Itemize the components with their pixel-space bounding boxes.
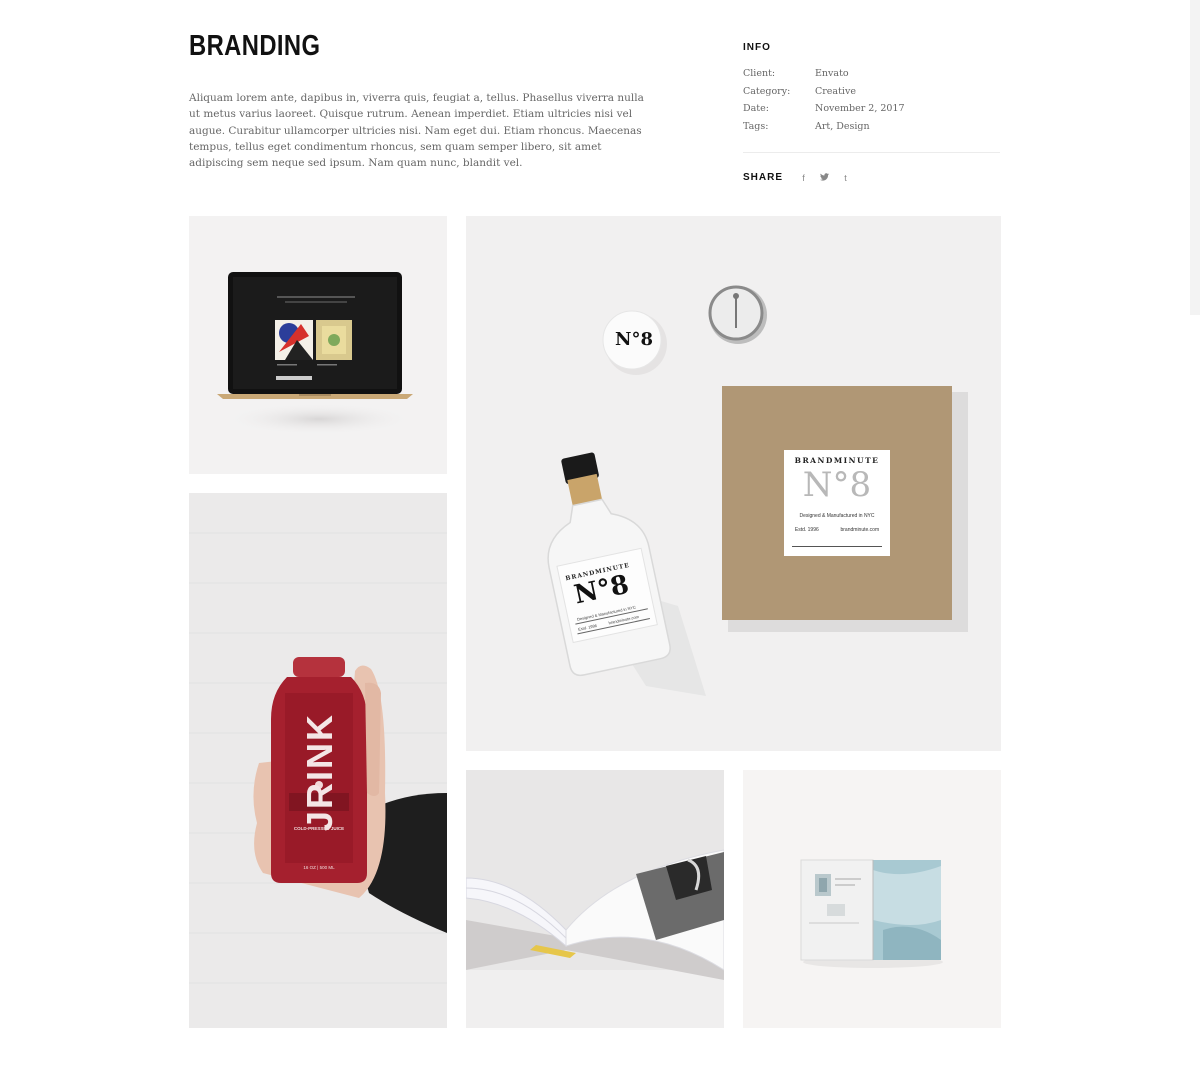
info-label: Category:: [743, 85, 791, 97]
info-divider: [743, 152, 1000, 153]
box-url: brandminute.com: [840, 527, 880, 533]
info-row-category: Category: Creative: [743, 83, 1000, 101]
laptop-mockup-icon: [217, 272, 414, 435]
gallery-image-packaging[interactable]: N°8 BRANDMINUTE N°8 Designed & Manufactu…: [466, 216, 1001, 751]
magazine-icon: [800, 859, 943, 968]
gallery-image-book[interactable]: [466, 770, 724, 1028]
pin-label: N°8: [615, 329, 653, 350]
box-tagline: Designed & Manufactured in NYC: [799, 513, 875, 519]
box-brand: BRANDMINUTE: [794, 456, 880, 465]
page-title: BRANDING: [189, 30, 321, 62]
facebook-icon[interactable]: f: [799, 173, 808, 183]
project-description: Aliquam lorem ante, dapibus in, viverra …: [189, 92, 644, 170]
gallery-image-laptop[interactable]: [189, 216, 447, 474]
gallery-image-juice[interactable]: JRINK COLD-PRESSED JUICE 16 OZ | 500 ML: [189, 493, 447, 1028]
box-label: BRANDMINUTE N°8 Designed & Manufactured …: [784, 450, 890, 533]
juice-subtitle: COLD-PRESSED JUICE: [293, 826, 345, 831]
info-row-tags: Tags: Art, Design: [743, 118, 1000, 136]
info-label: Tags:: [743, 121, 769, 133]
box-estd: Estd. 1996: [794, 527, 819, 533]
scrollbar[interactable]: [1190, 0, 1200, 315]
info-value: Creative: [815, 85, 856, 97]
info-label: Client:: [743, 68, 776, 80]
info-value: November 2, 2017: [815, 103, 905, 115]
tumblr-icon[interactable]: t: [841, 173, 850, 183]
info-row-date: Date: November 2, 2017: [743, 100, 1000, 118]
box-number: N°8: [802, 465, 872, 505]
juice-volume: 16 OZ | 500 ML: [303, 865, 335, 870]
share-label: SHARE: [743, 172, 784, 183]
info-value: Envato: [815, 68, 849, 80]
info-row-client: Client: Envato: [743, 65, 1000, 83]
info-value: Art, Design: [815, 121, 870, 133]
project-info: INFO Client: Envato Category: Creative D…: [743, 42, 1000, 135]
juice-brand: JRINK: [299, 713, 340, 832]
packaging-mockup-icon: [547, 285, 968, 696]
twitter-icon[interactable]: [820, 172, 830, 183]
share-bar: SHARE f t: [743, 172, 862, 183]
info-label: Date:: [743, 103, 769, 115]
info-heading: INFO: [743, 42, 771, 53]
open-book-icon: [466, 770, 724, 1028]
gallery-image-magazine[interactable]: [743, 770, 1001, 1028]
